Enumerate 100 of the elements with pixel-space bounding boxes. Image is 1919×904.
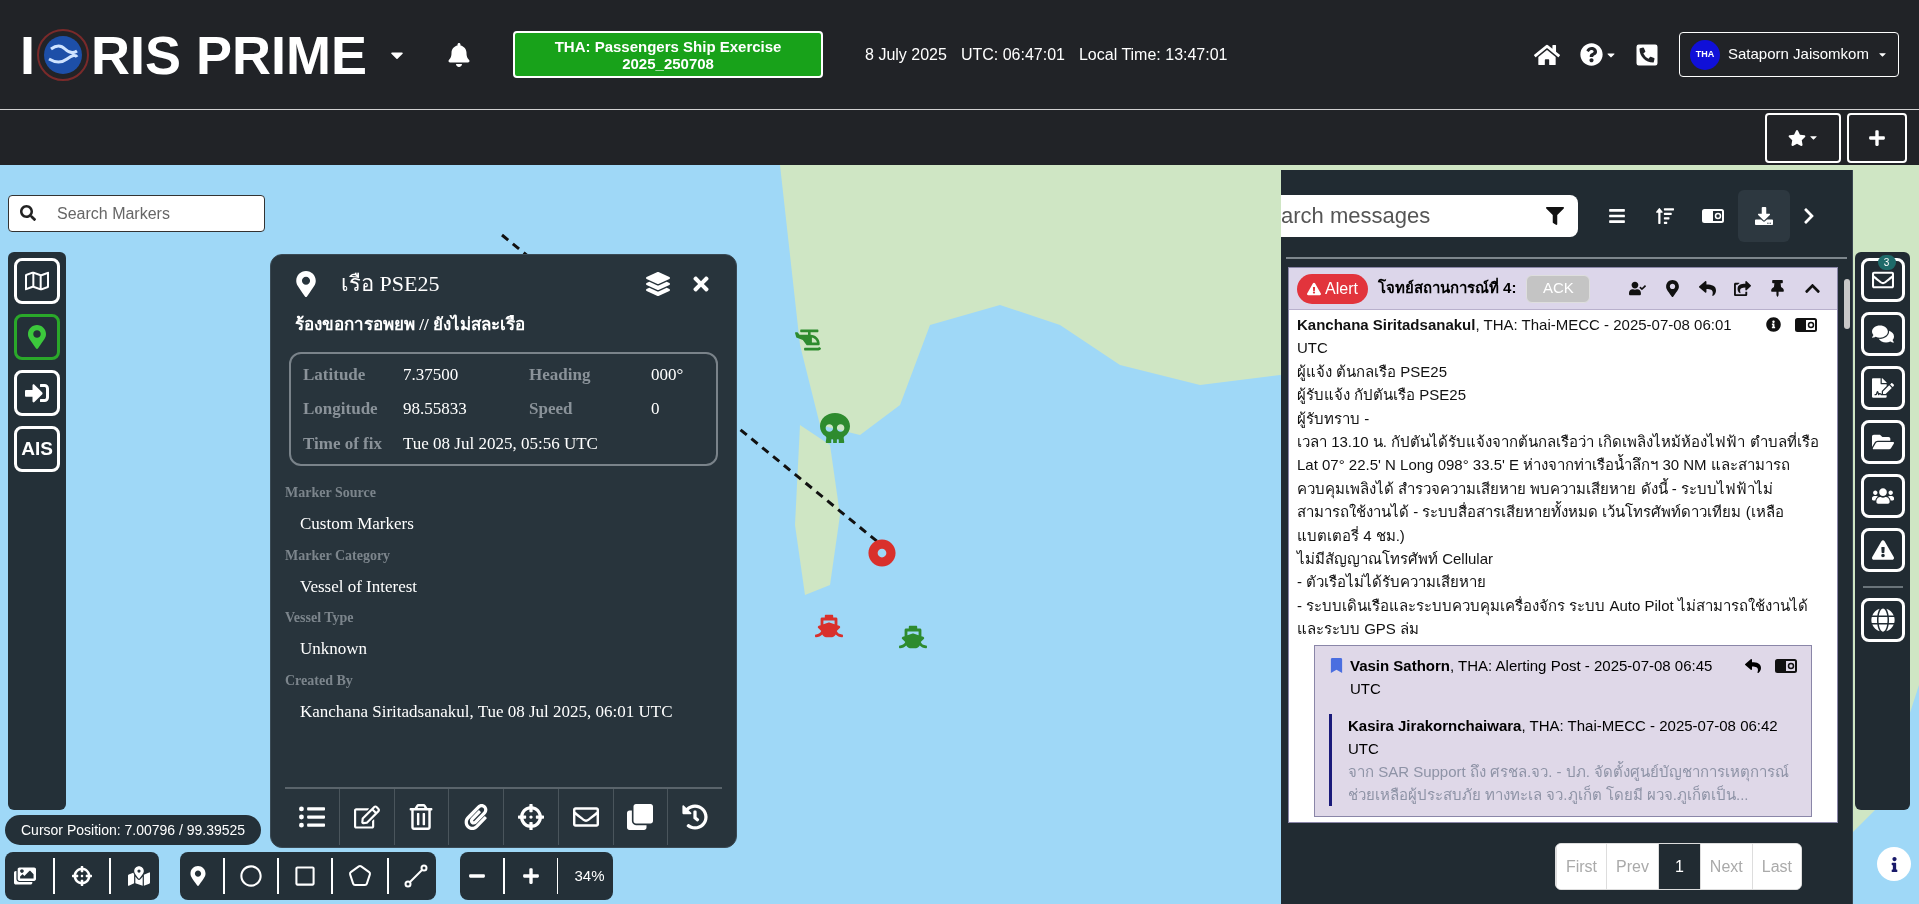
field-value: 7.37500 (403, 363, 460, 386)
star-icon (1787, 128, 1806, 147)
message-text: ผู้แจ้ง ต้นกลเรือ PSE25 (1297, 361, 1449, 383)
chat-button[interactable] (1860, 312, 1905, 356)
map-marker-icon[interactable] (128, 865, 151, 887)
warning-button[interactable] (1860, 528, 1905, 572)
map-pin-icon[interactable] (187, 866, 208, 886)
envelope-icon[interactable] (572, 804, 599, 830)
local-time-text: Local Time: 13:47:01 (1078, 44, 1228, 65)
pagination-button[interactable]: 1 (1657, 844, 1700, 889)
list-icon[interactable] (298, 804, 325, 830)
map-pin-icon[interactable] (1664, 280, 1681, 297)
user-check-icon[interactable] (1629, 280, 1646, 297)
import-button[interactable] (14, 370, 60, 416)
zoom-level: 34% (574, 865, 605, 886)
trash-icon[interactable] (408, 804, 435, 830)
messages-button[interactable]: 3 (1860, 258, 1905, 302)
message-author-line: Kanchana Siritadsanakul, THA: Thai-MECC - 2025-07-08 06:01 UTC (1297, 315, 1733, 359)
detail-value: Vessel of Interest (300, 575, 419, 598)
field-value: 0 (651, 398, 660, 420)
field-value: 000° (651, 363, 684, 386)
crosshair-icon[interactable] (71, 866, 92, 886)
share-icon[interactable] (1734, 280, 1751, 297)
cursor-position-label: Cursor Position: 7.00796 / 99.39525 (5, 815, 262, 845)
detail-label: Marker Source (285, 484, 377, 502)
layers-icon[interactable] (646, 271, 670, 296)
logo-text: I (20, 27, 35, 82)
line-tool-icon[interactable] (404, 864, 429, 888)
popup-title: เรือ PSE25 (341, 270, 440, 298)
unread-count-badge: 3 (1877, 255, 1896, 270)
detail-value: Unknown (300, 638, 369, 660)
detail-label: Created By (285, 671, 354, 690)
globe-icon (1870, 608, 1895, 632)
edit-icon[interactable] (353, 804, 380, 830)
utc-time-text: UTC: 06:47:01 (960, 44, 1065, 65)
folder-button[interactable] (1860, 420, 1905, 464)
ack-button[interactable]: ACK (1526, 274, 1591, 303)
reply-icon[interactable] (1745, 657, 1761, 674)
ais-button[interactable]: AIS (14, 426, 60, 472)
message-text: - ระบบเดินเรือและระบบควบคุมเครื่องจักร ระบบ Auto Pilot ไม่สามารถใช้งานได้ และระบบ GPS ล่ม (1297, 595, 1809, 640)
pin-icon[interactable] (1769, 280, 1786, 297)
ship-marker-icon[interactable] (815, 612, 843, 640)
message-text: เวลา 13.10 น. กัปตันได้รับแจ้งจากต้นกลเรือว่า เกิดเพลิงไหม้ห้องไฟฟ้า ตำบลที่เรือ Lat 07° 22.5' N Long 098° 33.5' E ห่างจากท่าเรือน้ำลึกฯ 30 NM และสามารถควบคุมเพลิงได้ สำรวจความเสียหาย พบความเสียหาย ดังนี้ - ระบบไฟฟ้าไม่สามารถใช้งานได้ - ระบบสื่อสารเสียหายทั้งหมด เว้นโทรศัพท์ดาวเทียม (เหลือแบตเตอรี่ 4 ชม.) (1297, 431, 1820, 546)
phone-icon[interactable] (1635, 42, 1659, 67)
import-icon (25, 381, 49, 405)
user-menu-button[interactable]: THA Sataporn Jaisomkom (1679, 32, 1899, 77)
reply-icon[interactable] (1699, 280, 1716, 297)
detail-value: Custom Markers (300, 513, 415, 535)
pentagon-icon[interactable] (348, 864, 373, 888)
map-pin-button[interactable] (14, 314, 60, 360)
skull-marker-icon[interactable] (820, 413, 850, 443)
zoom-in-icon[interactable] (521, 867, 540, 885)
search-markers-field[interactable]: Search Markers (8, 195, 265, 232)
chat-icon (1871, 323, 1894, 345)
detail-label: Vessel Type (285, 609, 355, 627)
globe-button[interactable] (1860, 598, 1905, 642)
history-icon[interactable] (682, 804, 709, 830)
quote-author-line: Kasira Jirakornchaiwara, THA: Thai-MECC - 2025-07-08 06:42 UTC (1348, 715, 1779, 759)
add-button[interactable] (1847, 112, 1907, 163)
helicopter-marker-icon[interactable] (795, 327, 821, 353)
notification-bell-icon[interactable] (447, 42, 472, 67)
bookmark-icon (1329, 657, 1344, 673)
ship-marker-icon[interactable] (899, 623, 927, 651)
map-pin-icon (25, 325, 49, 349)
logo-text: RIS PRIME (91, 27, 368, 82)
document-edit-button[interactable] (1860, 366, 1905, 410)
exercise-button[interactable]: THA: Passengers Ship Exercise 2025_250708 (513, 31, 824, 78)
map-icon (25, 269, 49, 293)
search-messages-field[interactable]: arch messages (1281, 195, 1578, 237)
users-icon (1871, 485, 1894, 507)
favorites-button[interactable] (1765, 112, 1841, 163)
download-icon[interactable] (1755, 207, 1773, 225)
message-text: ผู้รับแจ้ง กัปตันเรือ PSE25 (1297, 385, 1468, 406)
filter-icon[interactable] (1546, 207, 1564, 225)
warning-icon (1871, 539, 1894, 561)
message-text: - ตัวเรือไม่ได้รับความเสียหาย (1297, 572, 1488, 593)
map-button[interactable] (14, 258, 60, 304)
crosshair-icon[interactable] (517, 804, 544, 830)
field-label: Time of fix (303, 432, 383, 455)
help-icon[interactable] (1580, 43, 1603, 66)
sort-icon[interactable] (1656, 207, 1674, 225)
paperclip-icon[interactable] (463, 804, 490, 830)
field-label: Longitude (303, 398, 379, 420)
scrollbar (1844, 279, 1850, 329)
date-text: 8 July 2025 (865, 44, 947, 65)
detail-label: Marker Category (285, 546, 392, 565)
info-icon[interactable] (1766, 317, 1781, 332)
users-button[interactable] (1860, 474, 1905, 518)
alert-badge: Alert (1297, 273, 1368, 304)
user-avatar: THA (1690, 39, 1720, 70)
warning-icon (1307, 281, 1321, 296)
popup-subtitle: ร้องขอการอพยพ // ยังไม่สละเรือ (295, 313, 526, 336)
copy-icon[interactable] (627, 804, 654, 830)
circle-marker-icon[interactable] (868, 539, 896, 567)
search-icon (20, 205, 36, 221)
images-icon[interactable] (13, 865, 36, 887)
menu-icon[interactable] (1608, 207, 1626, 225)
globe-logo-icon (37, 28, 89, 81)
message-title: โจทย์สถานการณ์ที่ 4: (1377, 277, 1517, 299)
plus-icon (1868, 128, 1886, 147)
